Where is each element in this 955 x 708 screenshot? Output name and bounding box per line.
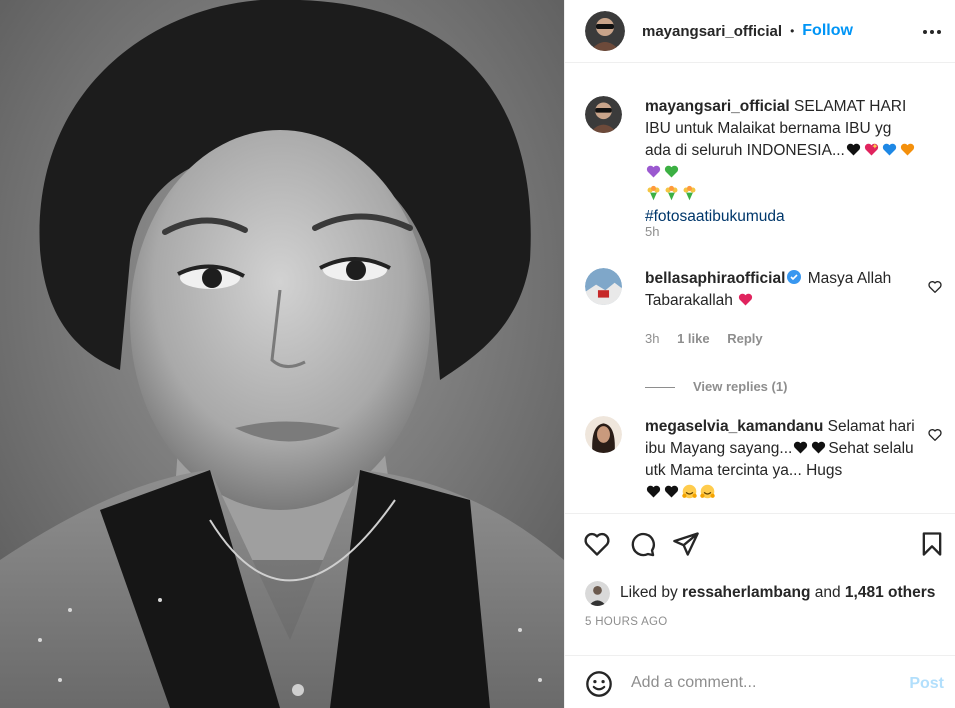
caption-body: mayangsari_official SELAMAT HARI IBU unt… <box>645 96 921 228</box>
liked-by-joiner: and <box>814 584 841 601</box>
caption-time[interactable]: 5h <box>645 224 659 239</box>
commenter-username[interactable]: bellasaphiraofficial <box>645 270 785 287</box>
black-heart-emoji-icon <box>646 485 661 498</box>
black-heart-emoji-icon <box>664 485 679 498</box>
post-photo[interactable] <box>0 0 564 708</box>
black-heart-emoji-icon <box>812 441 826 454</box>
bouquet-emoji-icon <box>665 185 678 201</box>
view-replies-line <box>645 387 675 389</box>
comment-bubble-icon[interactable] <box>628 530 656 558</box>
more-options-icon[interactable] <box>922 22 942 42</box>
post-header: mayangsari_official • Follow <box>565 0 955 63</box>
liked-by-others[interactable]: 1,481 others <box>845 584 935 602</box>
bouquet-emoji-icon <box>647 185 660 201</box>
comment-input[interactable] <box>631 671 891 695</box>
comment-body: bellasaphiraofficial Masya Allah Tabarak… <box>645 268 921 312</box>
comment-like-heart-icon[interactable] <box>927 279 943 295</box>
liker-avatar[interactable] <box>585 580 610 606</box>
view-replies-label: View replies (1) <box>693 379 788 394</box>
post-timestamp[interactable]: 5 HOURS AGO <box>585 616 668 628</box>
follow-button[interactable]: Follow <box>802 22 853 40</box>
comment-time[interactable]: 3h <box>645 331 659 346</box>
separator-dot: • <box>790 24 795 38</box>
comment-item: bellasaphiraofficial Masya Allah Tabarak… <box>585 268 945 358</box>
comment-meta: 3h 1 like Reply <box>645 331 777 346</box>
comments-section: mayangsari_official SELAMAT HARI IBU unt… <box>565 63 955 513</box>
commenter-username[interactable]: megaselvia_kamandanu <box>645 418 823 435</box>
caption: mayangsari_official SELAMAT HARI IBU unt… <box>585 96 945 239</box>
post-comment-button[interactable]: Post <box>909 675 944 693</box>
comment-body: megaselvia_kamandanu Selamat hari ibu Ma… <box>645 416 921 504</box>
commenter-avatar[interactable] <box>585 268 622 305</box>
hugging-face-emoji-icon <box>700 484 715 499</box>
blue-heart-emoji-icon <box>882 143 897 156</box>
hashtag-link[interactable]: #fotosaatibukumuda <box>645 208 785 225</box>
commenter-avatar[interactable] <box>585 416 622 453</box>
liked-by-prefix: Liked by <box>620 584 678 601</box>
purple-heart-emoji-icon <box>646 165 661 178</box>
red-heart-emoji-icon <box>739 293 753 306</box>
caption-username[interactable]: mayangsari_official <box>645 98 790 115</box>
hugging-face-emoji-icon <box>682 484 697 499</box>
author-avatar[interactable] <box>585 11 625 51</box>
view-replies-button[interactable]: View replies (1) <box>645 379 787 394</box>
orange-heart-emoji-icon <box>900 143 915 156</box>
bouquet-emoji-icon <box>683 185 696 201</box>
verified-badge-icon <box>787 270 802 284</box>
vintage-portrait-image <box>0 0 564 708</box>
instagram-post: mayangsari_official • Follow mayangsari_… <box>0 0 955 708</box>
green-heart-emoji-icon <box>664 165 679 178</box>
comment-item: megaselvia_kamandanu Selamat hari ibu Ma… <box>585 416 945 513</box>
sparkling-heart-emoji-icon <box>864 143 879 156</box>
post-side-panel: mayangsari_official • Follow mayangsari_… <box>564 0 955 708</box>
author-username[interactable]: mayangsari_official <box>642 23 782 40</box>
action-bar <box>565 513 955 573</box>
liked-by-user[interactable]: ressaherlambang <box>682 584 810 602</box>
caption-meta: 5h <box>645 224 673 239</box>
share-paper-plane-icon[interactable] <box>672 530 700 558</box>
add-comment-bar: Post <box>565 655 955 708</box>
black-heart-emoji-icon <box>794 441 808 454</box>
caption-author-avatar[interactable] <box>585 96 622 133</box>
emoji-smiley-icon[interactable] <box>585 670 613 698</box>
like-heart-icon[interactable] <box>583 530 611 558</box>
black-heart-emoji-icon <box>846 143 861 156</box>
save-bookmark-icon[interactable] <box>918 530 946 558</box>
reply-button[interactable]: Reply <box>727 331 762 346</box>
comment-likes-count[interactable]: 1 like <box>677 331 710 346</box>
comment-like-heart-icon[interactable] <box>927 427 943 443</box>
liked-by-row: Liked by ressaherlambang and 1,481 other… <box>585 578 935 608</box>
